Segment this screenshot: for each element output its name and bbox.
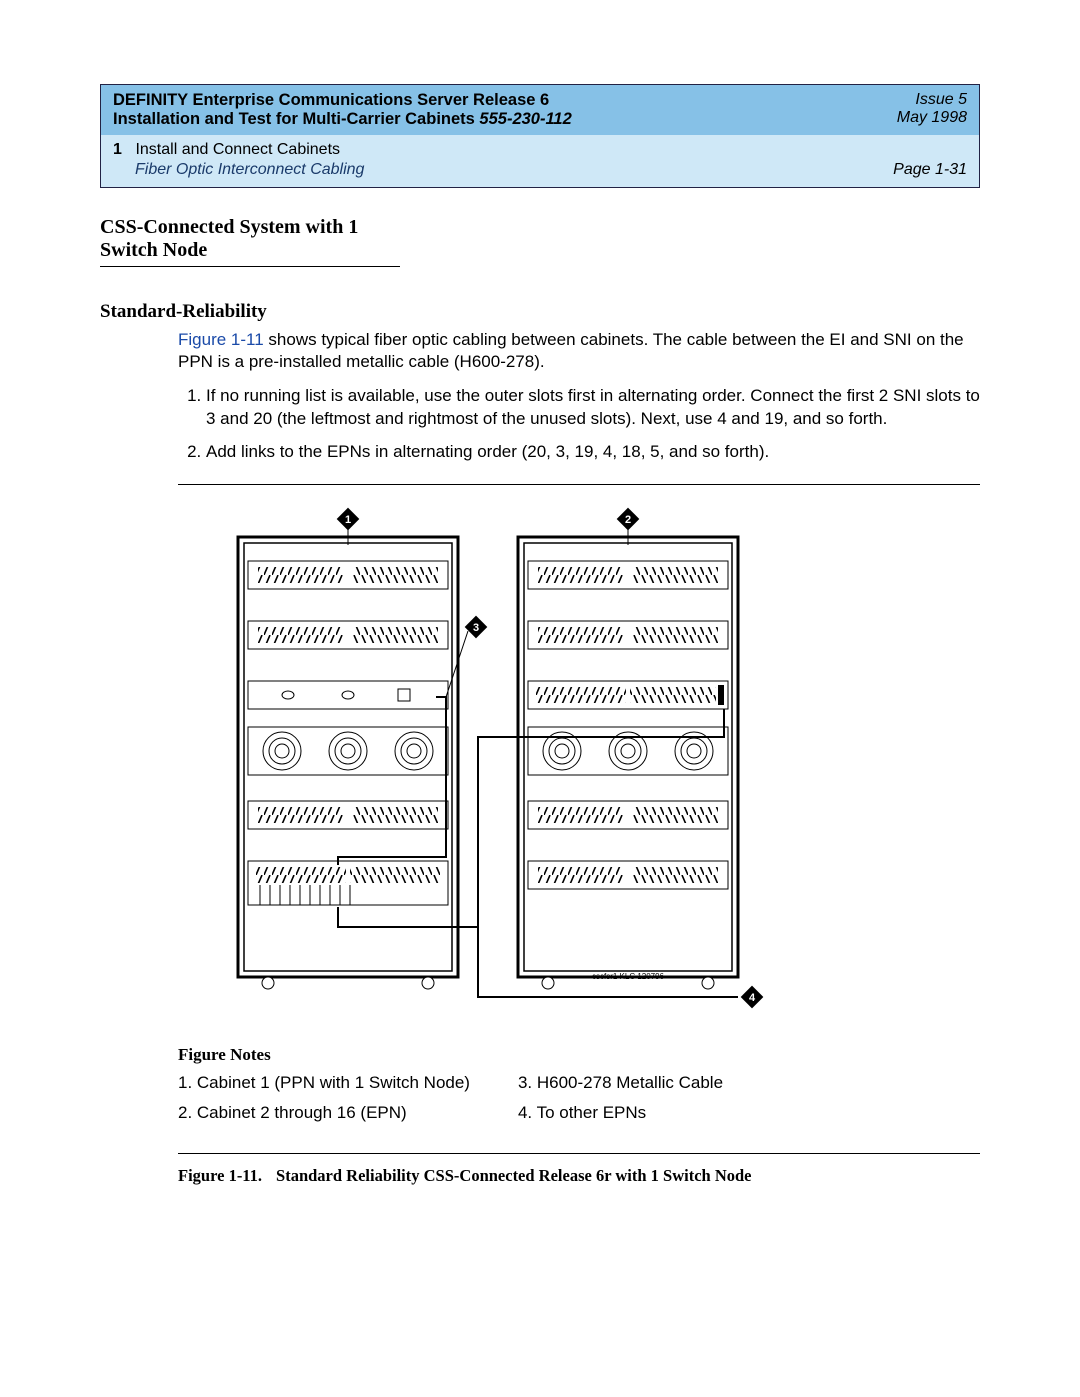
- figure-notes-col: 3. H600-278 Metallic Cable 4. To other E…: [518, 1073, 723, 1133]
- chapter-number: 1: [113, 141, 131, 159]
- section-title: Fiber Optic Interconnect Cabling: [135, 161, 364, 179]
- figure-notes: 1. Cabinet 1 (PPN with 1 Switch Node) 2.…: [178, 1073, 980, 1133]
- figure-note-item: 2. Cabinet 2 through 16 (EPN): [178, 1103, 470, 1123]
- product-title-line2a: Installation and Test for Multi-Carrier …: [113, 110, 479, 128]
- svg-text:1: 1: [345, 514, 351, 526]
- header-bottom-row: 1 Install and Connect Cabinets Fiber Opt…: [101, 135, 979, 187]
- figure-caption-text: Standard Reliability CSS-Connected Relea…: [276, 1166, 751, 1186]
- step-item: Add links to the EPNs in alternating ord…: [206, 441, 980, 464]
- figure-caption: Figure 1-11. Standard Reliability CSS-Co…: [178, 1166, 980, 1186]
- figure-note-item: 4. To other EPNs: [518, 1103, 723, 1123]
- step-item: If no running list is available, use the…: [206, 385, 980, 431]
- svg-text:2: 2: [625, 514, 631, 526]
- chapter-title: Install and Connect Cabinets: [135, 141, 340, 158]
- product-title-line1: DEFINITY Enterprise Communications Serve…: [113, 91, 572, 110]
- header-top-row: DEFINITY Enterprise Communications Serve…: [101, 85, 979, 135]
- figure-notes-col: 1. Cabinet 1 (PPN with 1 Switch Node) 2.…: [178, 1073, 470, 1133]
- figure-ref-text: cscfsr1 KLC 120796: [592, 972, 665, 981]
- page-header: DEFINITY Enterprise Communications Serve…: [100, 84, 980, 188]
- svg-text:4: 4: [749, 992, 756, 1004]
- issue-date-block: Issue 5 May 1998: [897, 91, 967, 127]
- figure-link[interactable]: Figure 1-11: [178, 330, 264, 349]
- breadcrumb: 1 Install and Connect Cabinets Fiber Opt…: [113, 141, 364, 179]
- document-number: 555-230-112: [479, 110, 571, 128]
- product-title-block: DEFINITY Enterprise Communications Serve…: [113, 91, 572, 129]
- horizontal-rule: [178, 484, 980, 485]
- issue-label: Issue 5: [897, 91, 967, 109]
- product-title-line2: Installation and Test for Multi-Carrier …: [113, 110, 572, 129]
- page-number-block: Page 1-31: [893, 161, 967, 179]
- page-number: Page 1-31: [893, 161, 967, 178]
- horizontal-rule: [178, 1153, 980, 1154]
- svg-text:3: 3: [473, 622, 479, 634]
- numbered-steps: If no running list is available, use the…: [178, 385, 980, 464]
- intro-paragraph: Figure 1-11 shows typical fiber optic ca…: [178, 329, 980, 373]
- figure-note-item: 1. Cabinet 1 (PPN with 1 Switch Node): [178, 1073, 470, 1093]
- figure-note-item: 3. H600-278 Metallic Cable: [518, 1073, 723, 1093]
- heading-level-2: CSS-Connected System with 1 Switch Node: [100, 216, 400, 267]
- issue-date: May 1998: [897, 109, 967, 127]
- figure-notes-heading: Figure Notes: [178, 1045, 980, 1065]
- cabinet-diagram: cscfsr1 KLC 120796 1 2 3 4: [178, 497, 818, 1017]
- figure-caption-label: Figure 1-11.: [178, 1166, 262, 1186]
- page: DEFINITY Enterprise Communications Serve…: [0, 0, 1080, 1397]
- figure: cscfsr1 KLC 120796 1 2 3 4: [178, 497, 980, 1017]
- heading-level-3: Standard-Reliability: [100, 301, 980, 323]
- intro-text: shows typical fiber optic cabling betwee…: [178, 330, 964, 371]
